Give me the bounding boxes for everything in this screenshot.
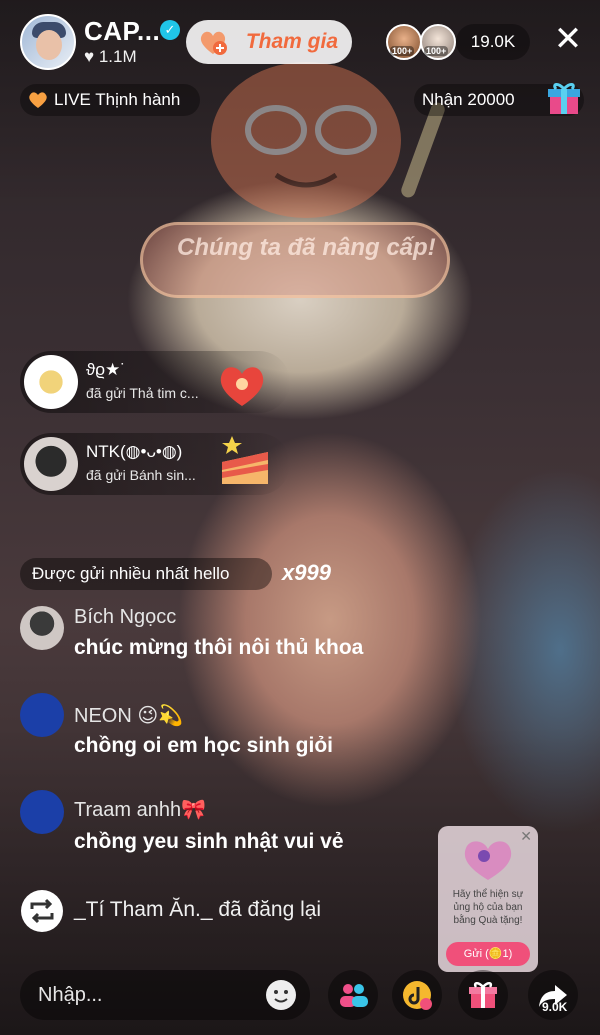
sender-avatar[interactable] bbox=[24, 437, 78, 491]
comment-text: chồng yeu sinh nhật vui vẻ bbox=[74, 830, 344, 853]
sender-avatar[interactable] bbox=[24, 355, 78, 409]
close-icon[interactable]: ✕ bbox=[520, 828, 532, 845]
commenter-name[interactable]: NEON 😉💫 bbox=[74, 703, 183, 728]
upgrade-banner-text: Chúng ta đã nâng cấp! bbox=[177, 234, 436, 261]
reward-label: Nhận 20000 bbox=[422, 90, 515, 109]
mascot-overlay-icon bbox=[211, 62, 445, 218]
comment-text: chồng oi em học sinh giỏi bbox=[74, 734, 334, 757]
share-count: 9.0K bbox=[542, 1000, 568, 1014]
heart-gift-icon bbox=[464, 841, 512, 880]
top-viewer-avatar-1[interactable]: 100+ bbox=[386, 24, 422, 60]
host-avatar[interactable] bbox=[20, 14, 76, 70]
verified-icon: ✓ bbox=[160, 20, 180, 40]
sender-name: ϑϱ★˙ bbox=[86, 360, 126, 379]
commenter-avatar[interactable] bbox=[20, 693, 64, 737]
gift-support-card: ✕ Hãy thể hiện sự ủng hộ của bạn bằng Qu… bbox=[438, 826, 538, 972]
heart-plus-icon bbox=[200, 31, 227, 55]
trending-live-label: LIVE Thịnh hành bbox=[54, 90, 181, 109]
comment-input[interactable]: Nhập... bbox=[20, 970, 310, 1020]
trending-live-badge[interactable]: LIVE Thịnh hành bbox=[20, 84, 200, 116]
send-gift-button[interactable]: Gửi (🪙1) bbox=[446, 942, 530, 966]
promo-button[interactable] bbox=[392, 970, 442, 1020]
viewer-rank-badge: 100+ bbox=[424, 46, 449, 56]
repost-icon bbox=[21, 890, 63, 932]
cake-gift-icon bbox=[222, 436, 268, 484]
tiktok-coin-icon bbox=[403, 981, 432, 1010]
gift-icon bbox=[469, 982, 497, 1008]
broken-heart-icon bbox=[29, 92, 47, 108]
comment-input-placeholder: Nhập... bbox=[38, 984, 103, 1006]
multi-guest-button[interactable] bbox=[328, 970, 378, 1020]
commenter-avatar[interactable] bbox=[20, 790, 64, 834]
repost-notice: _Tí Tham Ăn._ đã đăng lại bbox=[74, 898, 322, 921]
gift-box-icon bbox=[548, 83, 580, 114]
gift-action: đã gửi Thả tim c... bbox=[86, 385, 199, 401]
viewer-rank-badge: 100+ bbox=[390, 46, 415, 56]
gift-action: đã gửi Bánh sin... bbox=[86, 467, 196, 483]
reward-badge[interactable]: Nhận 20000 bbox=[414, 83, 584, 116]
people-icon bbox=[340, 984, 368, 1007]
support-card-text: Hãy thể hiện sự ủng hộ của bạn bằng Quà … bbox=[452, 889, 524, 926]
gift-button[interactable] bbox=[458, 970, 508, 1020]
host-likes-count: ♥ 1.1M bbox=[84, 47, 137, 66]
comment-text: chúc mừng thôi nôi thủ khoa bbox=[74, 636, 364, 659]
emoji-icon[interactable] bbox=[264, 978, 298, 1012]
join-button-label: Tham gia bbox=[245, 30, 338, 53]
viewer-count[interactable]: 19.0K bbox=[456, 24, 530, 60]
join-button[interactable]: Tham gia bbox=[186, 20, 352, 64]
close-icon[interactable]: ✕ bbox=[552, 22, 584, 56]
gift-multiplier: x999 bbox=[282, 560, 331, 585]
commenter-name[interactable]: Traam anhh🎀 bbox=[74, 797, 206, 822]
host-name[interactable]: CAP... bbox=[84, 16, 160, 47]
most-sent-gift-badge: Được gửi nhiều nhất hello bbox=[20, 558, 272, 590]
commenter-avatar[interactable] bbox=[20, 606, 64, 650]
sender-name: NTK(◍•ᴗ•◍) bbox=[86, 442, 183, 461]
most-sent-label: Được gửi nhiều nhất hello bbox=[32, 564, 230, 583]
heart-gift-icon bbox=[220, 367, 264, 406]
upgrade-banner[interactable]: Chúng ta đã nâng cấp! bbox=[140, 222, 450, 298]
top-viewer-avatar-2[interactable]: 100+ bbox=[420, 24, 456, 60]
commenter-name[interactable]: Bích Ngọcc bbox=[74, 606, 176, 629]
